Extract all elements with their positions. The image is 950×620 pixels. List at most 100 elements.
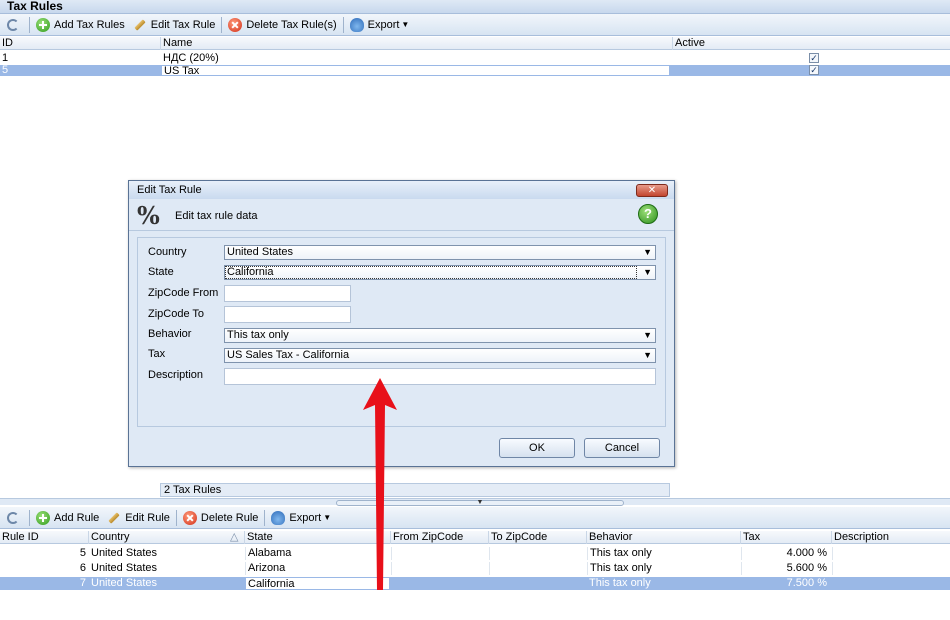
row-tax: 4.000 %: [741, 547, 831, 560]
state-select[interactable]: California ▼: [224, 265, 656, 280]
row-name: US Tax: [161, 65, 670, 76]
help-icon[interactable]: ?: [638, 204, 658, 224]
delete-rule-button[interactable]: Delete Rule: [179, 508, 262, 528]
add-tax-rules-button[interactable]: Add Tax Rules: [32, 15, 129, 35]
row-to-zipcode: [489, 562, 586, 575]
delete-tax-rules-button[interactable]: Delete Tax Rule(s): [224, 15, 340, 35]
behavior-select[interactable]: This tax only ▼: [224, 328, 656, 343]
table-row[interactable]: 7 United States California This tax only…: [0, 577, 950, 590]
tax-label: Tax: [148, 348, 166, 360]
toolbar-separator: [264, 509, 266, 526]
column-header-country-label: Country: [91, 531, 130, 543]
percent-icon: %: [137, 201, 160, 230]
row-from-zipcode: [391, 547, 488, 560]
tax-select[interactable]: US Sales Tax - California ▼: [224, 348, 656, 363]
export-label: Export: [367, 18, 400, 31]
chevron-down-icon: ▼: [401, 20, 410, 29]
ok-button[interactable]: OK: [499, 438, 575, 458]
row-behavior: This tax only: [587, 562, 740, 575]
behavior-label: Behavior: [148, 328, 192, 340]
table-row[interactable]: 5 US Tax ✓: [0, 65, 950, 76]
country-label: Country: [148, 246, 187, 258]
table-row[interactable]: 5 United States Alabama This tax only 4.…: [0, 547, 950, 560]
table-row[interactable]: 1 НДС (20%) ✓: [0, 53, 950, 64]
zipcode-from-label: ZipCode From: [148, 287, 219, 299]
row-country: United States: [91, 547, 158, 559]
edit-rule-button[interactable]: Edit Rule: [103, 508, 174, 528]
column-header-name[interactable]: Name: [161, 37, 673, 50]
country-value: United States: [227, 246, 294, 258]
description-label: Description: [148, 369, 204, 381]
chevron-down-icon: ▼: [643, 247, 652, 257]
rules-grid-header: Rule ID Country △ State From ZipCode To Z…: [0, 531, 950, 544]
toolbar-separator: [29, 16, 30, 33]
row-id: 1: [2, 53, 9, 64]
column-header-active[interactable]: Active: [673, 37, 950, 50]
export-icon: [271, 510, 286, 525]
zipcode-from-input[interactable]: [224, 285, 351, 302]
chevron-down-icon: ▼: [643, 350, 652, 360]
record-count: 2 Tax Rules: [160, 483, 670, 497]
delete-icon: [182, 510, 197, 525]
chevron-down-icon: ▼: [643, 330, 652, 340]
zipcode-to-label: ZipCode To: [148, 308, 205, 320]
row-tax: 5.600 %: [741, 562, 831, 575]
description-input[interactable]: [224, 368, 656, 385]
column-header-from-zipcode[interactable]: From ZipCode: [391, 531, 489, 544]
dialog-title: Edit Tax Rule: [129, 181, 674, 199]
add-icon: [36, 510, 50, 525]
row-tax: 7.500 %: [786, 577, 827, 589]
close-button[interactable]: ✕: [636, 184, 668, 197]
edit-tax-rule-dialog: Edit Tax Rule ✕ % Edit tax rule data ? C…: [128, 180, 675, 467]
column-header-behavior[interactable]: Behavior: [587, 531, 741, 544]
row-behavior: This tax only: [587, 547, 740, 560]
state-focus-ring: [225, 266, 637, 279]
toolbar-separator: [221, 16, 223, 33]
column-header-tax[interactable]: Tax: [741, 531, 832, 544]
column-header-description[interactable]: Description: [832, 531, 950, 544]
export-button[interactable]: Export ▼: [267, 508, 335, 528]
row-name: НДС (20%): [163, 53, 219, 64]
row-rule-id: 6: [79, 562, 86, 574]
zipcode-to-input[interactable]: [224, 306, 351, 323]
cancel-button[interactable]: Cancel: [584, 438, 660, 458]
dialog-header: % Edit tax rule data ?: [129, 199, 674, 231]
chevron-down-icon: ▼: [323, 513, 332, 522]
row-country: United States: [91, 562, 158, 574]
dialog-subtitle: Edit tax rule data: [175, 210, 258, 222]
toolbar-separator: [29, 509, 30, 526]
add-tax-rules-label: Add Tax Rules: [54, 18, 125, 31]
edit-tax-rule-button[interactable]: Edit Tax Rule: [129, 15, 220, 35]
export-button[interactable]: Export ▼: [346, 15, 414, 35]
column-header-country[interactable]: Country △: [89, 531, 245, 544]
table-row[interactable]: 6 United States Arizona This tax only 5.…: [0, 562, 950, 575]
add-icon: [36, 17, 50, 32]
add-rule-button[interactable]: Add Rule: [32, 508, 103, 528]
edit-tax-rule-label: Edit Tax Rule: [150, 18, 216, 31]
toolbar-separator: [342, 16, 344, 33]
column-header-to-zipcode[interactable]: To ZipCode: [489, 531, 587, 544]
row-from-zipcode: [391, 562, 488, 575]
tax-rules-grid-header: ID Name Active: [0, 37, 950, 50]
tax-rules-toolbar: Add Tax Rules Edit Tax Rule Delete Tax R…: [0, 14, 950, 36]
toolbar-separator: [175, 509, 177, 526]
active-checkbox[interactable]: ✓: [809, 53, 819, 63]
row-description: [832, 547, 950, 560]
add-rule-label: Add Rule: [54, 511, 100, 524]
refresh-button[interactable]: [3, 508, 27, 528]
row-to-zipcode: [489, 577, 586, 590]
row-rule-id: 7: [79, 577, 86, 589]
delete-icon: [228, 17, 243, 32]
column-header-rule-id[interactable]: Rule ID: [0, 531, 89, 544]
tax-value: US Sales Tax - California: [227, 349, 350, 361]
column-header-id[interactable]: ID: [0, 37, 161, 50]
sort-ascending-icon: △: [230, 531, 239, 543]
chevron-down-icon: ▼: [643, 267, 652, 277]
country-select[interactable]: United States ▼: [224, 245, 656, 260]
dialog-form: Country United States ▼ State California ▼…: [137, 237, 666, 427]
refresh-button[interactable]: [3, 15, 27, 35]
active-checkbox[interactable]: ✓: [809, 65, 819, 75]
export-label: Export: [289, 511, 322, 524]
state-label: State: [148, 266, 174, 278]
annotation-arrow: [363, 378, 397, 590]
